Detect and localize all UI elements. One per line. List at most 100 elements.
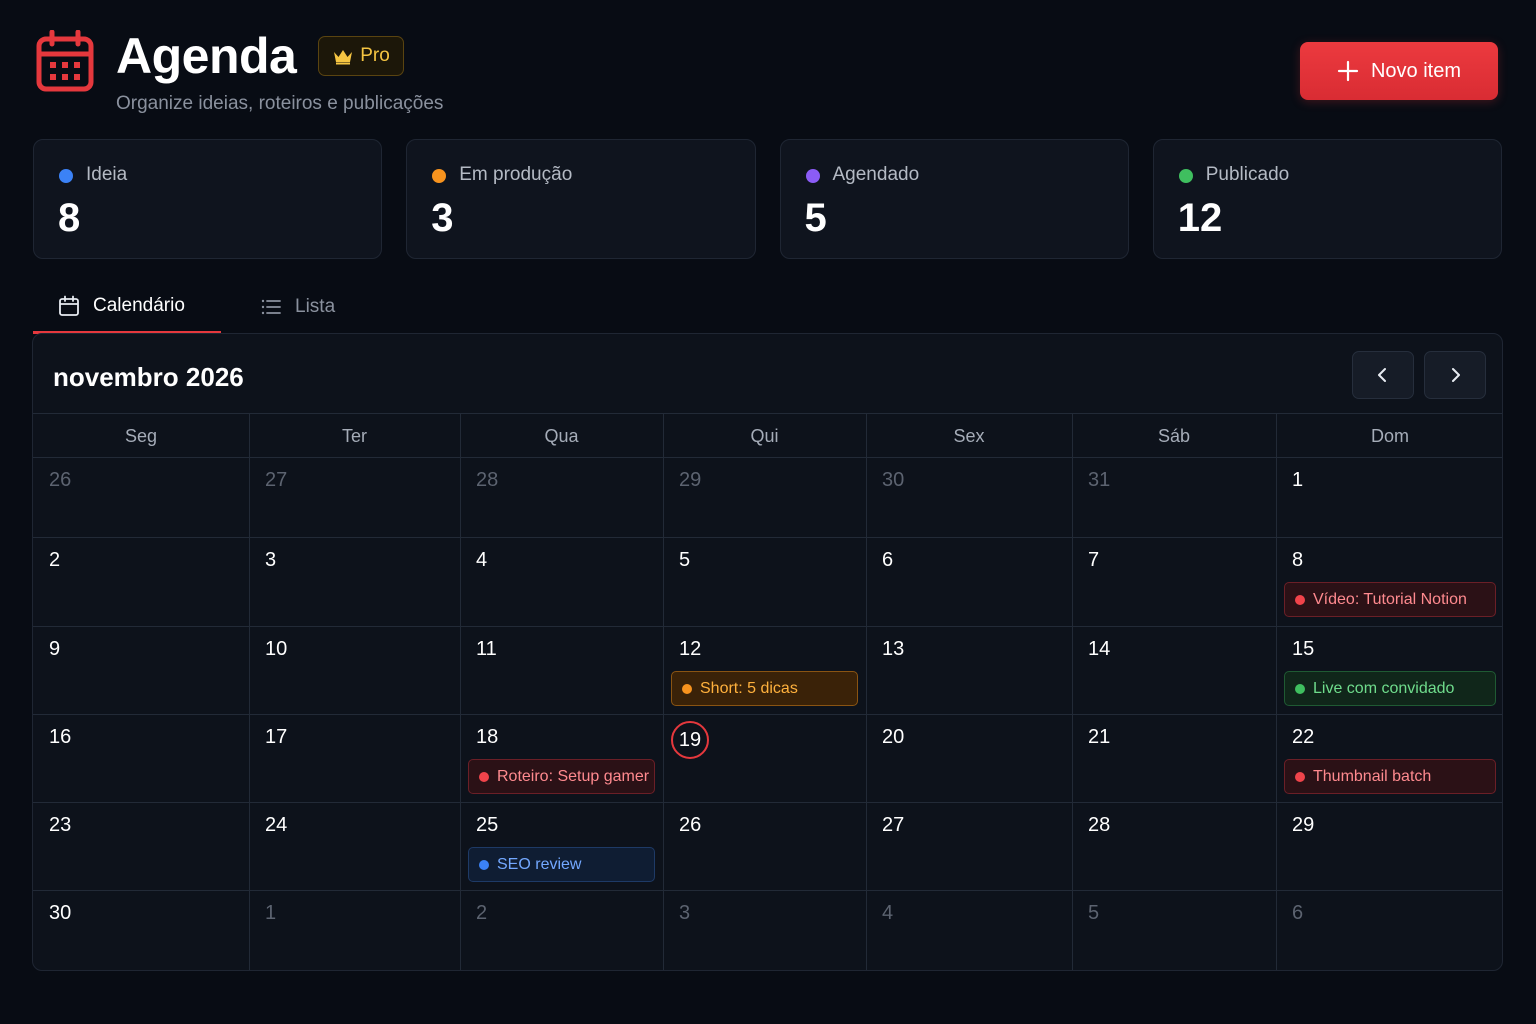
day-cell[interactable]: 5	[663, 538, 866, 627]
weekday-label: Qua	[544, 426, 579, 446]
day-cell[interactable]: 28	[1072, 803, 1276, 891]
day-cell[interactable]: 14	[1072, 627, 1276, 715]
day-number: 30	[49, 902, 72, 924]
day-cell[interactable]: 30	[866, 458, 1072, 538]
event-label: Short: 5 dicas	[700, 679, 798, 697]
day-number: 26	[49, 469, 72, 491]
day-number: 7	[1088, 549, 1100, 571]
stat-card-em-producao[interactable]: Em produção 3	[406, 139, 756, 259]
calendar-event[interactable]: Thumbnail batch	[1284, 759, 1496, 794]
day-cell[interactable]: 6	[1276, 891, 1502, 970]
day-cell[interactable]: 30	[33, 891, 249, 970]
event-status-dot	[682, 683, 692, 694]
day-cell[interactable]: 26	[663, 803, 866, 891]
day-cell[interactable]: 9	[33, 627, 249, 715]
new-item-label: Novo item	[1370, 59, 1462, 82]
day-cell[interactable]: 7	[1072, 538, 1276, 627]
stat-value: 3	[431, 196, 454, 240]
day-number: 1	[265, 902, 277, 924]
event-label: Thumbnail batch	[1313, 767, 1432, 785]
day-cell[interactable]: 27	[249, 458, 460, 538]
calendar-event[interactable]: Vídeo: Tutorial Notion	[1284, 582, 1496, 617]
stat-card-ideia[interactable]: Ideia 8	[33, 139, 383, 259]
day-cell[interactable]: 4	[866, 891, 1072, 970]
day-number: 22	[1292, 726, 1315, 748]
day-number: 30	[882, 469, 905, 491]
day-cell[interactable]: 26	[33, 458, 249, 538]
day-number: 28	[1088, 814, 1111, 836]
tab-calendario[interactable]: Calendário	[33, 280, 221, 334]
day-cell[interactable]: 22 Thumbnail batch	[1276, 715, 1502, 803]
view-tabs: Calendário Lista	[33, 280, 433, 334]
day-cell[interactable]: 29	[663, 458, 866, 538]
stat-card-agendado[interactable]: Agendado 5	[779, 139, 1129, 259]
day-cell[interactable]: 10	[249, 627, 460, 715]
day-cell[interactable]: 23	[33, 803, 249, 891]
event-status-dot	[1295, 771, 1305, 782]
calendar-header: novembro 2026	[33, 334, 1502, 414]
previous-month-button[interactable]	[1352, 351, 1414, 399]
day-cell[interactable]: 20	[866, 715, 1072, 803]
calendar-event[interactable]: Roteiro: Setup gamer	[468, 759, 655, 794]
day-cell[interactable]: 28	[460, 458, 663, 538]
day-cell[interactable]: 17	[249, 715, 460, 803]
month-label: novembro 2026	[53, 362, 244, 392]
day-cell[interactable]: 16	[33, 715, 249, 803]
day-cell[interactable]: 3	[663, 891, 866, 970]
status-dot	[432, 169, 447, 183]
next-month-button[interactable]	[1424, 351, 1486, 399]
tab-label: Calendário	[93, 294, 185, 316]
day-cell[interactable]: 21	[1072, 715, 1276, 803]
crown-icon	[334, 50, 353, 65]
stat-card-publicado[interactable]: Publicado 12	[1152, 139, 1502, 259]
day-cell[interactable]: 4	[460, 538, 663, 627]
day-cell[interactable]: 2	[33, 538, 249, 627]
stat-value: 5	[804, 196, 827, 240]
day-cell[interactable]: 6	[866, 538, 1072, 627]
day-cell[interactable]: 18 Roteiro: Setup gamer	[460, 715, 663, 803]
day-number: 4	[476, 549, 488, 571]
day-number: 2	[49, 549, 61, 571]
day-cell[interactable]: 11	[460, 627, 663, 715]
weekday-label: Dom	[1370, 426, 1409, 446]
day-cell[interactable]: 25 SEO review	[460, 803, 663, 891]
day-cell[interactable]: 8 Vídeo: Tutorial Notion	[1276, 538, 1502, 627]
tab-lista[interactable]: Lista	[259, 280, 335, 334]
day-cell[interactable]: 2	[460, 891, 663, 970]
chevron-left-icon	[1378, 368, 1386, 382]
day-number: 5	[1088, 902, 1100, 924]
stat-label: Publicado	[1205, 164, 1290, 185]
day-number: 15	[1292, 638, 1315, 660]
day-number: 9	[49, 638, 61, 660]
status-dot	[805, 169, 820, 183]
stat-label: Ideia	[86, 164, 128, 185]
day-cell[interactable]: 1	[249, 891, 460, 970]
day-number: 12	[679, 638, 702, 660]
pro-badge: Pro	[318, 36, 404, 76]
day-number: 23	[49, 814, 72, 836]
day-cell[interactable]: 5	[1072, 891, 1276, 970]
day-cell[interactable]: 24	[249, 803, 460, 891]
weekday-label: Sáb	[1157, 426, 1191, 446]
day-number: 20	[882, 726, 905, 748]
day-number: 21	[1088, 726, 1111, 748]
day-cell[interactable]: 19	[663, 715, 866, 803]
day-cell[interactable]: 1	[1276, 458, 1502, 538]
event-label: SEO review	[497, 855, 582, 873]
day-cell[interactable]: 29	[1276, 803, 1502, 891]
day-cell[interactable]: 13	[866, 627, 1072, 715]
day-number: 10	[265, 638, 288, 660]
day-cell[interactable]: 31	[1072, 458, 1276, 538]
day-number: 27	[265, 469, 288, 491]
today-indicator: 19	[671, 721, 709, 759]
calendar-event[interactable]: SEO review	[468, 847, 655, 882]
day-cell[interactable]: 12 Short: 5 dicas	[663, 627, 866, 715]
calendar-event[interactable]: Live com convidado	[1284, 671, 1496, 706]
calendar-event[interactable]: Short: 5 dicas	[671, 671, 858, 706]
day-cell[interactable]: 15 Live com convidado	[1276, 627, 1502, 715]
page-title: Agenda	[116, 28, 297, 84]
status-summary: Ideia 8 Em produção 3 Agendado 5 Publica…	[33, 139, 1502, 259]
day-cell[interactable]: 3	[249, 538, 460, 627]
day-cell[interactable]: 27	[866, 803, 1072, 891]
new-item-button[interactable]: Novo item	[1300, 42, 1498, 100]
